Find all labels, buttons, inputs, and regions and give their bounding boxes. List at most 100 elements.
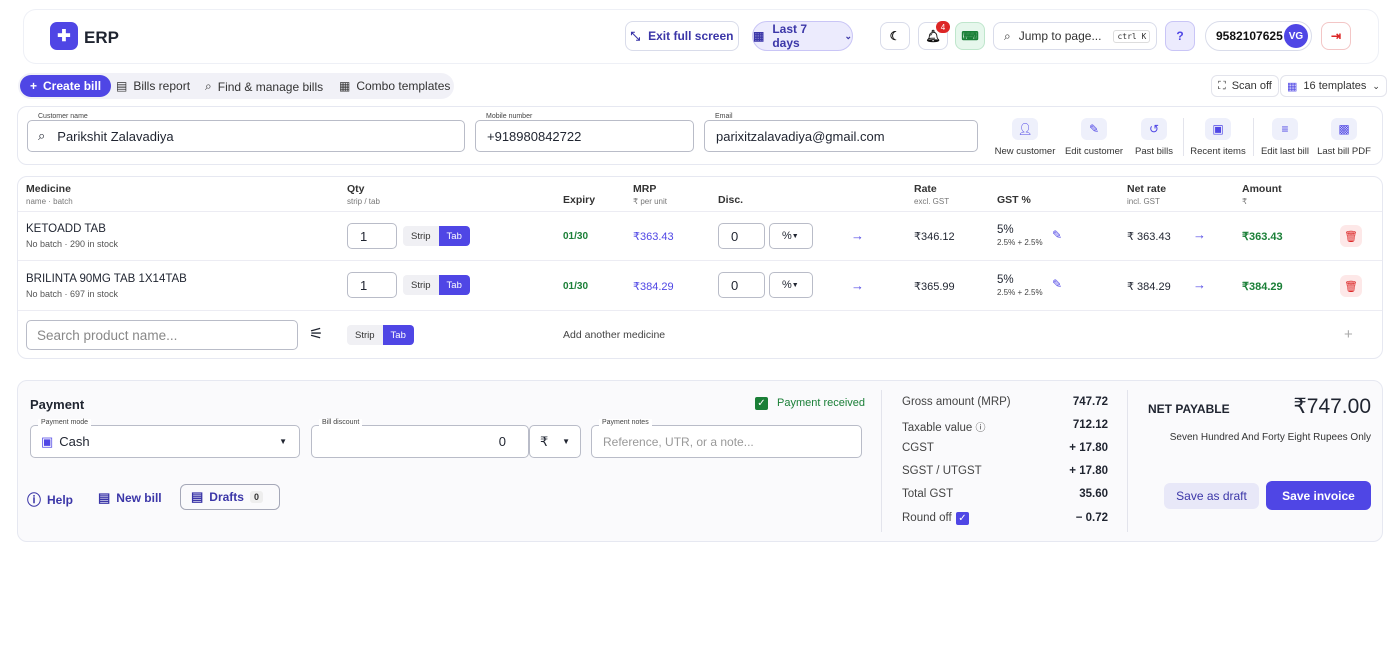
- email-field[interactable]: parixitzalavadiya@gmail.com: [704, 120, 978, 152]
- help-link[interactable]: ⓘ Help: [27, 490, 73, 510]
- grid-icon: ▦: [1287, 80, 1298, 93]
- keyboard-button[interactable]: ⌨: [955, 22, 985, 50]
- date-range-dropdown[interactable]: ▦ Last 7 days ⌄: [752, 21, 853, 51]
- rate-value: ₹365.99: [914, 281, 955, 293]
- document-icon: ▤: [191, 489, 204, 504]
- strip-option[interactable]: Strip: [347, 325, 383, 345]
- payment-received-checkbox[interactable]: ✓: [755, 397, 768, 410]
- add-row-icon[interactable]: +: [1344, 326, 1353, 343]
- col-expiry: Expiry: [563, 194, 596, 206]
- combo-templates-tab[interactable]: ▦ Combo templates: [339, 79, 450, 93]
- save-draft-button[interactable]: Save as draft: [1164, 483, 1259, 509]
- payment-notes-label: Payment notes: [599, 419, 652, 426]
- jump-to-page-search[interactable]: ⌕ Jump to page... ctrl K: [993, 22, 1157, 50]
- edit-last-bill-button[interactable]: ≡ Edit last bill: [1257, 118, 1313, 157]
- payment-mode-label: Payment mode: [38, 419, 92, 426]
- delete-row-button[interactable]: 🗑︎: [1340, 275, 1362, 297]
- notification-badge: 4: [936, 21, 950, 33]
- expiry-value: 01/30: [563, 281, 589, 292]
- discount-unit-select[interactable]: ₹ ▼: [529, 425, 581, 458]
- edit-customer-button[interactable]: ✎ Edit customer: [1062, 118, 1126, 157]
- recent-items-button[interactable]: ▣ Recent items: [1188, 118, 1248, 157]
- templates-dropdown[interactable]: ▦ 16 templates ⌄: [1280, 75, 1387, 97]
- round-off-checkbox[interactable]: ✓: [956, 512, 969, 525]
- net-rate-value: ₹ 384.29: [1127, 281, 1171, 293]
- help-button[interactable]: ?: [1165, 21, 1195, 51]
- net-payable-value: ₹747.00: [1293, 395, 1371, 418]
- disc-input[interactable]: 0: [718, 223, 765, 249]
- search-list-icon: ⌕: [205, 79, 212, 93]
- mobile-label: Mobile number: [483, 113, 536, 120]
- disc-type-select[interactable]: % ▼: [769, 272, 813, 298]
- find-manage-bills-tab[interactable]: ⌕ Find & manage bills: [205, 79, 323, 94]
- divider: [881, 390, 882, 532]
- strip-option[interactable]: Strip: [403, 226, 439, 246]
- bills-report-tab[interactable]: ▤ Bills report: [116, 79, 190, 93]
- amount-in-words: Seven Hundred And Forty Eight Rupees Onl…: [1169, 432, 1371, 443]
- caret-down-icon: ▼: [791, 281, 799, 289]
- filter-sliders-icon[interactable]: ⚟: [309, 324, 323, 344]
- plus-icon: +: [30, 79, 38, 93]
- arrow-right-icon: →: [1193, 277, 1206, 292]
- erp-logo-icon[interactable]: ✚: [50, 22, 78, 50]
- col-qty: Qty strip / tab: [347, 183, 380, 206]
- new-customer-button[interactable]: 👤︎ New customer: [993, 118, 1057, 157]
- payment-mode-select[interactable]: ▣ Cash ▼: [30, 425, 300, 458]
- customer-name-label: Customer name: [35, 113, 91, 120]
- mobile-field[interactable]: +918980842722: [475, 120, 694, 152]
- arrow-right-icon: →: [1193, 227, 1206, 242]
- gst-split: 2.5% + 2.5%: [997, 288, 1043, 297]
- disc-type-select[interactable]: % ▼: [769, 223, 813, 249]
- mrp-value: ₹363.43: [633, 231, 674, 243]
- col-disc: Disc.: [718, 194, 744, 206]
- clipboard-icon: ▣: [1205, 118, 1231, 140]
- edit-list-icon: ≡: [1272, 118, 1298, 140]
- grid-icon: ▦: [339, 79, 351, 93]
- info-icon[interactable]: ⓘ: [976, 423, 986, 434]
- strip-option[interactable]: Strip: [403, 275, 439, 295]
- tab-option[interactable]: Tab: [438, 226, 470, 246]
- create-bill-tab[interactable]: + Create bill: [20, 75, 112, 97]
- unit-toggle[interactable]: Strip Tab: [403, 275, 470, 295]
- sgst-label: SGST / UTGST: [902, 465, 982, 477]
- qty-input[interactable]: 1: [347, 223, 397, 249]
- unit-toggle[interactable]: Strip Tab: [347, 325, 414, 345]
- new-bill-button[interactable]: ▤ New bill: [98, 490, 162, 506]
- past-bills-button[interactable]: ↺ Past bills: [1130, 118, 1178, 157]
- logout-button[interactable]: ⇥: [1321, 22, 1351, 50]
- bill-discount-input[interactable]: 0: [311, 425, 529, 458]
- rate-value: ₹346.12: [914, 231, 955, 243]
- row-divider: [18, 211, 1382, 212]
- save-invoice-button[interactable]: Save invoice: [1266, 481, 1371, 510]
- caret-down-icon: ▼: [791, 232, 799, 240]
- mrp-value: ₹384.29: [633, 281, 674, 293]
- dark-mode-toggle[interactable]: ☾: [880, 22, 910, 50]
- drafts-button[interactable]: ▤ Drafts 0: [180, 484, 280, 510]
- moon-icon: ☾: [889, 29, 901, 43]
- delete-row-button[interactable]: 🗑︎: [1340, 225, 1362, 247]
- product-search-input[interactable]: Search product name...: [26, 320, 298, 350]
- customer-name-field[interactable]: ⌕ Parikshit Zalavadiya: [27, 120, 465, 152]
- disc-input[interactable]: 0: [718, 272, 765, 298]
- net-rate-value: ₹ 363.43: [1127, 231, 1171, 243]
- payment-received-label: Payment received: [777, 397, 866, 409]
- tab-option[interactable]: Tab: [382, 325, 414, 345]
- add-another-medicine[interactable]: Add another medicine: [563, 329, 665, 341]
- gst-split: 2.5% + 2.5%: [997, 238, 1043, 247]
- gross-amount-label: Gross amount (MRP): [902, 396, 1011, 408]
- qty-input[interactable]: 1: [347, 272, 397, 298]
- scan-toggle[interactable]: ⛶ Scan off: [1211, 75, 1279, 97]
- table-row-batch: No batch · 290 in stock: [26, 239, 119, 249]
- exit-fullscreen-button[interactable]: ⤡ Exit full screen: [625, 21, 739, 51]
- payment-notes-input[interactable]: Reference, UTR, or a note...: [591, 425, 862, 458]
- avatar[interactable]: VG: [1284, 24, 1308, 48]
- edit-gst-icon[interactable]: ✎: [1052, 277, 1062, 291]
- edit-gst-icon[interactable]: ✎: [1052, 228, 1062, 242]
- taxable-value: 712.12: [1072, 419, 1108, 431]
- arrow-right-icon: →: [851, 278, 864, 293]
- tab-option[interactable]: Tab: [438, 275, 470, 295]
- last-bill-pdf-button[interactable]: ▩ Last bill PDF: [1316, 118, 1372, 157]
- trash-icon: 🗑︎: [1344, 280, 1358, 293]
- unit-toggle[interactable]: Strip Tab: [403, 226, 470, 246]
- new-document-icon: ▤: [98, 490, 111, 505]
